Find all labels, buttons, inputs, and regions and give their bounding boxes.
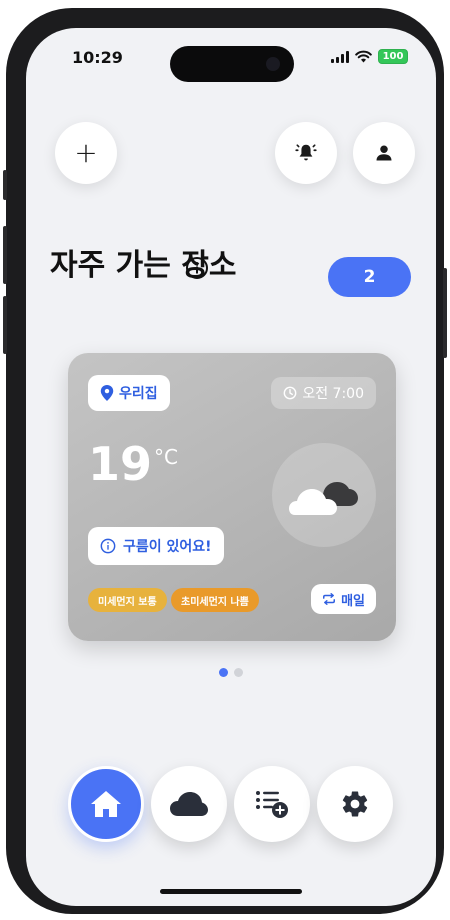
dynamic-island (170, 46, 294, 82)
battery-indicator: 100 (378, 49, 408, 64)
profile-button[interactable] (353, 122, 415, 184)
repeat-chip[interactable]: 매일 (311, 584, 376, 614)
alarm-time: 오전 7:00 (302, 386, 364, 402)
info-icon (100, 538, 116, 554)
nav-home-button[interactable] (68, 766, 144, 842)
location-pin-icon (100, 385, 114, 401)
pagination-dot-active[interactable] (219, 668, 228, 677)
user-icon (376, 145, 392, 161)
status-time: 10:29 (72, 48, 123, 67)
repeat-icon (323, 593, 336, 605)
pagination-dots (26, 668, 436, 677)
place-weather-card[interactable]: 우리집 오전 7:00 19 °C 구름이 있어요! 미세먼지 보통 초미세먼지… (68, 353, 396, 641)
location-name: 우리집 (119, 386, 158, 402)
gear-icon (342, 791, 368, 817)
places-count-badge[interactable]: 2 (328, 257, 411, 297)
page-title: 자주 가는 장소 (50, 246, 250, 286)
clock-icon (283, 386, 297, 400)
alarm-time-chip[interactable]: 오전 7:00 (271, 377, 376, 409)
power-button (443, 268, 447, 358)
bell-ringing-icon (295, 144, 317, 161)
weather-message-chip[interactable]: 구름이 있어요! (88, 527, 224, 565)
temperature-unit: °C (154, 445, 178, 469)
nav-weather-button[interactable] (151, 766, 227, 842)
location-chip[interactable]: 우리집 (88, 375, 170, 411)
weather-message: 구름이 있어요! (123, 539, 212, 555)
weather-icon-circle (272, 443, 376, 547)
camera-icon (266, 57, 280, 71)
screen: 10:29 100 + 자주 가는 장소 2 우리집 오전 7:00 19 °C… (26, 28, 436, 906)
info-icon[interactable] (185, 256, 209, 280)
volume-up-button (3, 226, 7, 284)
wifi-icon (355, 50, 372, 63)
action-button (3, 170, 7, 200)
pagination-dot[interactable] (234, 668, 243, 677)
phone-frame: 10:29 100 + 자주 가는 장소 2 우리집 오전 7:00 19 °C… (3, 8, 447, 914)
nav-settings-button[interactable] (317, 766, 393, 842)
status-icons: 100 (331, 49, 408, 64)
notification-button[interactable] (275, 122, 337, 184)
home-icon (91, 791, 121, 817)
list-add-icon (256, 791, 288, 818)
add-place-button[interactable]: + (55, 122, 117, 184)
ultra-fine-dust-badge: 초미세먼지 나쁨 (171, 588, 259, 612)
temperature: 19 °C (88, 439, 178, 489)
temperature-value: 19 (88, 437, 153, 491)
cloudy-icon (289, 482, 358, 515)
repeat-label: 매일 (341, 593, 365, 609)
cloud-icon (170, 792, 208, 816)
nav-list-button[interactable] (234, 766, 310, 842)
volume-down-button (3, 296, 7, 354)
signal-icon (331, 50, 349, 63)
plus-icon: + (74, 136, 98, 169)
fine-dust-badge: 미세먼지 보통 (88, 588, 167, 612)
home-indicator (160, 889, 302, 894)
